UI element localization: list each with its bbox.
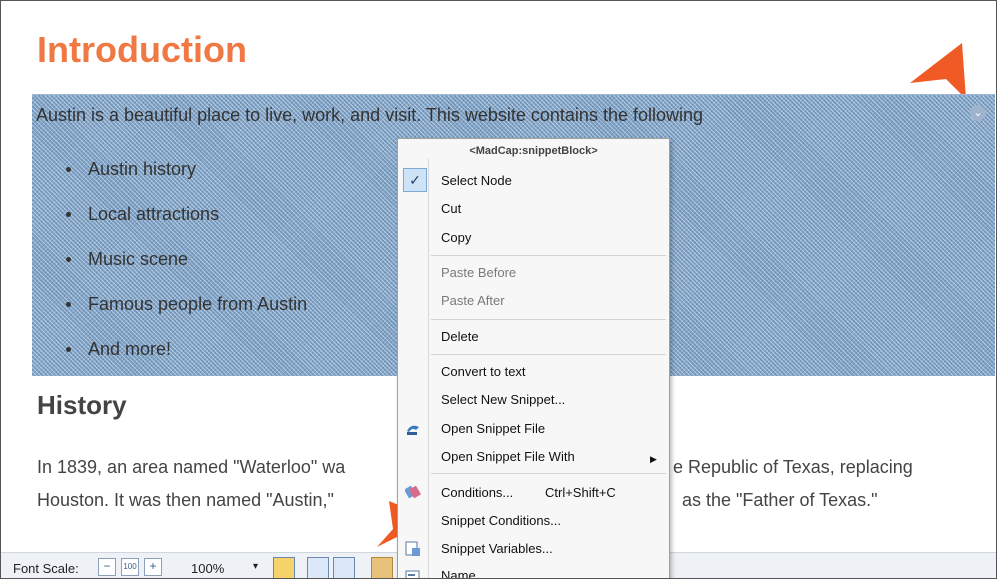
chevron-down-icon[interactable]: ⌄ [970,105,986,121]
font-scale-label: Font Scale: [13,561,79,576]
check-icon: ✓ [403,168,427,192]
zoom-dropdown-icon[interactable]: ▾ [253,561,258,572]
snippet-intro-text: Austin is a beautiful place to live, wor… [36,105,704,125]
menu-item-copy[interactable]: Copy [441,230,471,245]
list-item: Famous people from Austin [66,292,307,337]
name-icon [405,570,420,578]
list-item: Local attractions [66,202,307,247]
context-menu: <MadCap:snippetBlock> ✓ Select Node Cut … [397,138,670,578]
list-item: Music scene [66,247,307,292]
menu-item-paste-before[interactable]: Paste Before [441,265,516,280]
editor-frame: Introduction Austin is a beautiful place… [0,0,997,579]
page-heading: Introduction [37,29,247,70]
menu-separator [431,319,666,320]
menu-item-select-node[interactable]: Select Node [441,173,512,188]
menu-item-snippet-conditions[interactable]: Snippet Conditions... [441,513,561,528]
snippet-bullet-list: Austin history Local attractions Music s… [66,157,307,382]
font-scale-reset-button[interactable]: 100 [121,558,139,576]
menu-separator [431,255,666,256]
menu-separator [431,354,666,355]
history-line-1-right: e Republic of Texas, replacing [673,457,913,477]
history-heading: History [37,390,127,420]
zoom-level: 100% [191,561,225,576]
history-line-2: Houston. It was then named "Austin," [37,490,334,510]
context-menu-header: <MadCap:snippetBlock> [469,145,598,157]
ruler-icon[interactable] [371,557,393,578]
menu-item-convert-to-text[interactable]: Convert to text [441,364,526,379]
conditions-shortcut: Ctrl+Shift+C [545,485,616,500]
layout-icon[interactable] [273,557,295,578]
menu-item-paste-after[interactable]: Paste After [441,293,505,308]
menu-separator [431,473,666,474]
list-item: Austin history [66,157,307,202]
menu-item-cut[interactable]: Cut [441,201,461,216]
menu-item-open-snippet-file-with[interactable]: Open Snippet File With [441,449,575,464]
menu-item-conditions[interactable]: Conditions... [441,485,513,500]
font-scale-minus-button[interactable]: − [98,558,116,576]
history-line-2-right: as the "Father of Texas." [682,490,878,510]
align-center-icon[interactable] [333,557,355,578]
history-line-1: In 1839, an area named "Waterloo" wa [37,457,346,477]
open-snippet-icon [407,425,419,435]
font-scale-plus-button[interactable]: + [144,558,162,576]
menu-item-name[interactable]: Name... [441,568,487,578]
menu-item-snippet-variables[interactable]: Snippet Variables... [441,541,553,556]
menu-item-select-new-snippet[interactable]: Select New Snippet... [441,392,565,407]
snippet-variables-icon [405,541,420,556]
conditions-icon [405,485,421,499]
align-left-icon[interactable] [307,557,329,578]
submenu-arrow-icon: ▶ [650,454,657,464]
menu-gutter [428,159,429,578]
menu-item-delete[interactable]: Delete [441,329,479,344]
menu-item-open-snippet-file[interactable]: Open Snippet File [441,421,545,436]
list-item: And more! [66,337,307,382]
